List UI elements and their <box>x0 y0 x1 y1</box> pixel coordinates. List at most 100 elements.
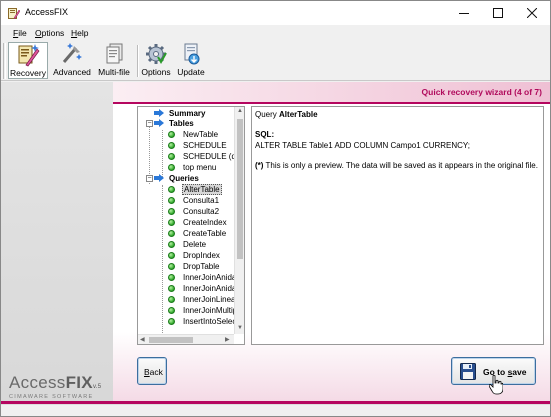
back-button-label: Back <box>144 367 163 377</box>
scroll-up-icon[interactable]: ▲ <box>237 108 243 114</box>
toolbar-options-button[interactable]: Options <box>141 42 171 79</box>
options-gear-icon <box>146 44 167 64</box>
toolbar-multi-file-button[interactable]: Multi-file <box>96 42 132 79</box>
minimize-icon <box>459 13 469 14</box>
tree-node-table[interactable]: SCHEDULE (de <box>168 151 234 162</box>
tree-node-label: Consulta1 <box>183 196 220 205</box>
green-dot-icon <box>168 197 175 204</box>
multi-file-icon <box>106 43 123 64</box>
toolbar-advanced-button[interactable]: Advanced <box>53 42 91 79</box>
tree-node-label: InnerJoinAnidac <box>183 273 234 282</box>
query-preview: Query AlterTable SQL: ALTER TABLE Table1… <box>251 106 544 345</box>
logo-name-b: FIX <box>65 373 93 392</box>
title-bar: AccessFIX <box>1 1 550 25</box>
tree-node-query[interactable]: Delete <box>168 239 207 250</box>
tree-line <box>162 130 163 179</box>
menu-help[interactable]: Help <box>71 28 88 38</box>
maximize-icon <box>493 8 503 18</box>
tree-node-label: Tables <box>169 119 194 128</box>
toolbar-recovery-label: Recovery <box>10 68 46 78</box>
tree-node-label: CreateTable <box>183 229 227 238</box>
back-button[interactable]: Back <box>137 357 167 385</box>
tree-vertical-scroll-thumb[interactable] <box>237 119 243 259</box>
tree-node-query[interactable]: DropIndex <box>168 250 221 261</box>
wizard-title: Quick recovery wizard (4 of 7) <box>421 87 542 97</box>
tree-node-query[interactable]: InsertIntoSelect <box>168 316 234 327</box>
preview-note-text: This is only a preview. The data will be… <box>265 161 538 170</box>
tree-node-label: NewTable <box>183 130 219 139</box>
toolbar-options-label: Options <box>141 67 171 77</box>
tree-node-query-selected[interactable]: AlterTable <box>168 184 222 195</box>
tree-node-label: DropTable <box>183 262 220 271</box>
tree-node-query[interactable]: Consulta2 <box>168 206 220 217</box>
preview-query-heading: Query AlterTable <box>255 110 318 119</box>
green-dot-icon <box>168 307 175 314</box>
toolbar: Recovery Advanced Multi-file Options Upd… <box>1 41 550 81</box>
tree-node-label: top menu <box>183 163 217 172</box>
green-dot-icon <box>168 208 175 215</box>
tree-node-query[interactable]: CreateIndex <box>168 217 228 228</box>
tree-node-query[interactable]: CreateTable <box>168 228 227 239</box>
tree-node-label: AlterTable <box>182 184 222 195</box>
green-dot-icon <box>168 153 175 160</box>
tree-horizontal-scroll-thumb[interactable] <box>149 337 193 343</box>
tree-node-query[interactable]: InnerJoinAnidac <box>168 283 234 294</box>
tree-node-query[interactable]: Consulta1 <box>168 195 220 206</box>
logo-wordmark: AccessFIXv.5 <box>9 373 101 393</box>
toolbar-advanced-label: Advanced <box>53 67 91 77</box>
green-dot-icon <box>168 164 175 171</box>
green-dot-icon <box>168 296 175 303</box>
tree-viewport: Summary − Tables NewTable SCHEDULE SCHED… <box>138 107 234 334</box>
floppy-disk-icon <box>460 363 476 380</box>
tree-node-label: CreateIndex <box>183 218 227 227</box>
window-title: AccessFIX <box>25 7 69 17</box>
tree-node-query[interactable]: DropTable <box>168 261 220 272</box>
tree-node-table[interactable]: top menu <box>168 162 217 173</box>
toolbar-recovery-button[interactable]: Recovery <box>8 42 48 79</box>
tree-node-label: InnerJoinLineal <box>183 295 234 304</box>
app-window: AccessFIX File Options Help Recovery Adv… <box>0 0 551 417</box>
tree-node-table[interactable]: SCHEDULE <box>168 140 228 151</box>
close-button[interactable] <box>515 1 549 25</box>
minimize-button[interactable] <box>447 1 481 25</box>
logo-tagline: CIMAWARE SOFTWARE <box>9 394 94 400</box>
tree-node-label: InnerJoinMultiple <box>183 306 234 315</box>
scroll-left-icon[interactable]: ◀ <box>140 336 145 343</box>
menu-file[interactable]: File <box>13 28 27 38</box>
logo-name-a: Access <box>9 373 66 392</box>
tree-horizontal-scrollbar[interactable]: ◀ ▶ <box>138 334 234 344</box>
tree-node-label: Consulta2 <box>183 207 220 216</box>
tree-collapse-toggle[interactable]: − <box>146 120 153 127</box>
green-dot-icon <box>168 142 175 149</box>
tree-collapse-toggle[interactable]: − <box>146 175 153 182</box>
blue-arrow-icon <box>154 174 164 182</box>
toolbar-update-button[interactable]: Update <box>175 42 207 79</box>
close-icon <box>527 8 537 18</box>
tree-node-query[interactable]: InnerJoinAnidac <box>168 272 234 283</box>
toolbar-grip <box>3 43 6 79</box>
object-tree[interactable]: Summary − Tables NewTable SCHEDULE SCHED… <box>137 106 245 345</box>
preview-sql-label: SQL: <box>255 130 274 139</box>
tree-vertical-scrollbar[interactable]: ▲ ▼ <box>234 107 244 334</box>
scroll-down-icon[interactable]: ▼ <box>237 325 243 331</box>
wizard-header: Quick recovery wizard (4 of 7) <box>113 82 550 104</box>
tree-node-tables[interactable]: Tables <box>154 118 195 129</box>
app-icon <box>8 8 20 19</box>
tree-node-query[interactable]: InnerJoinLineal <box>168 294 234 305</box>
tree-node-table[interactable]: NewTable <box>168 129 219 140</box>
hand-cursor-icon <box>489 375 503 395</box>
green-dot-icon <box>168 318 175 325</box>
preview-note: (*) This is only a preview. The data wil… <box>255 161 538 170</box>
green-dot-icon <box>168 219 175 226</box>
green-dot-icon <box>168 285 175 292</box>
tree-node-label: SCHEDULE (de <box>183 152 234 161</box>
menu-options[interactable]: Options <box>35 28 64 38</box>
scroll-right-icon[interactable]: ▶ <box>225 336 230 343</box>
toolbar-separator <box>137 45 139 77</box>
maximize-button[interactable] <box>481 1 515 25</box>
green-dot-icon <box>168 252 175 259</box>
tree-node-queries[interactable]: Queries <box>154 173 200 184</box>
green-dot-icon <box>168 131 175 138</box>
update-icon <box>184 43 200 65</box>
tree-node-query[interactable]: InnerJoinMultiple <box>168 305 234 316</box>
